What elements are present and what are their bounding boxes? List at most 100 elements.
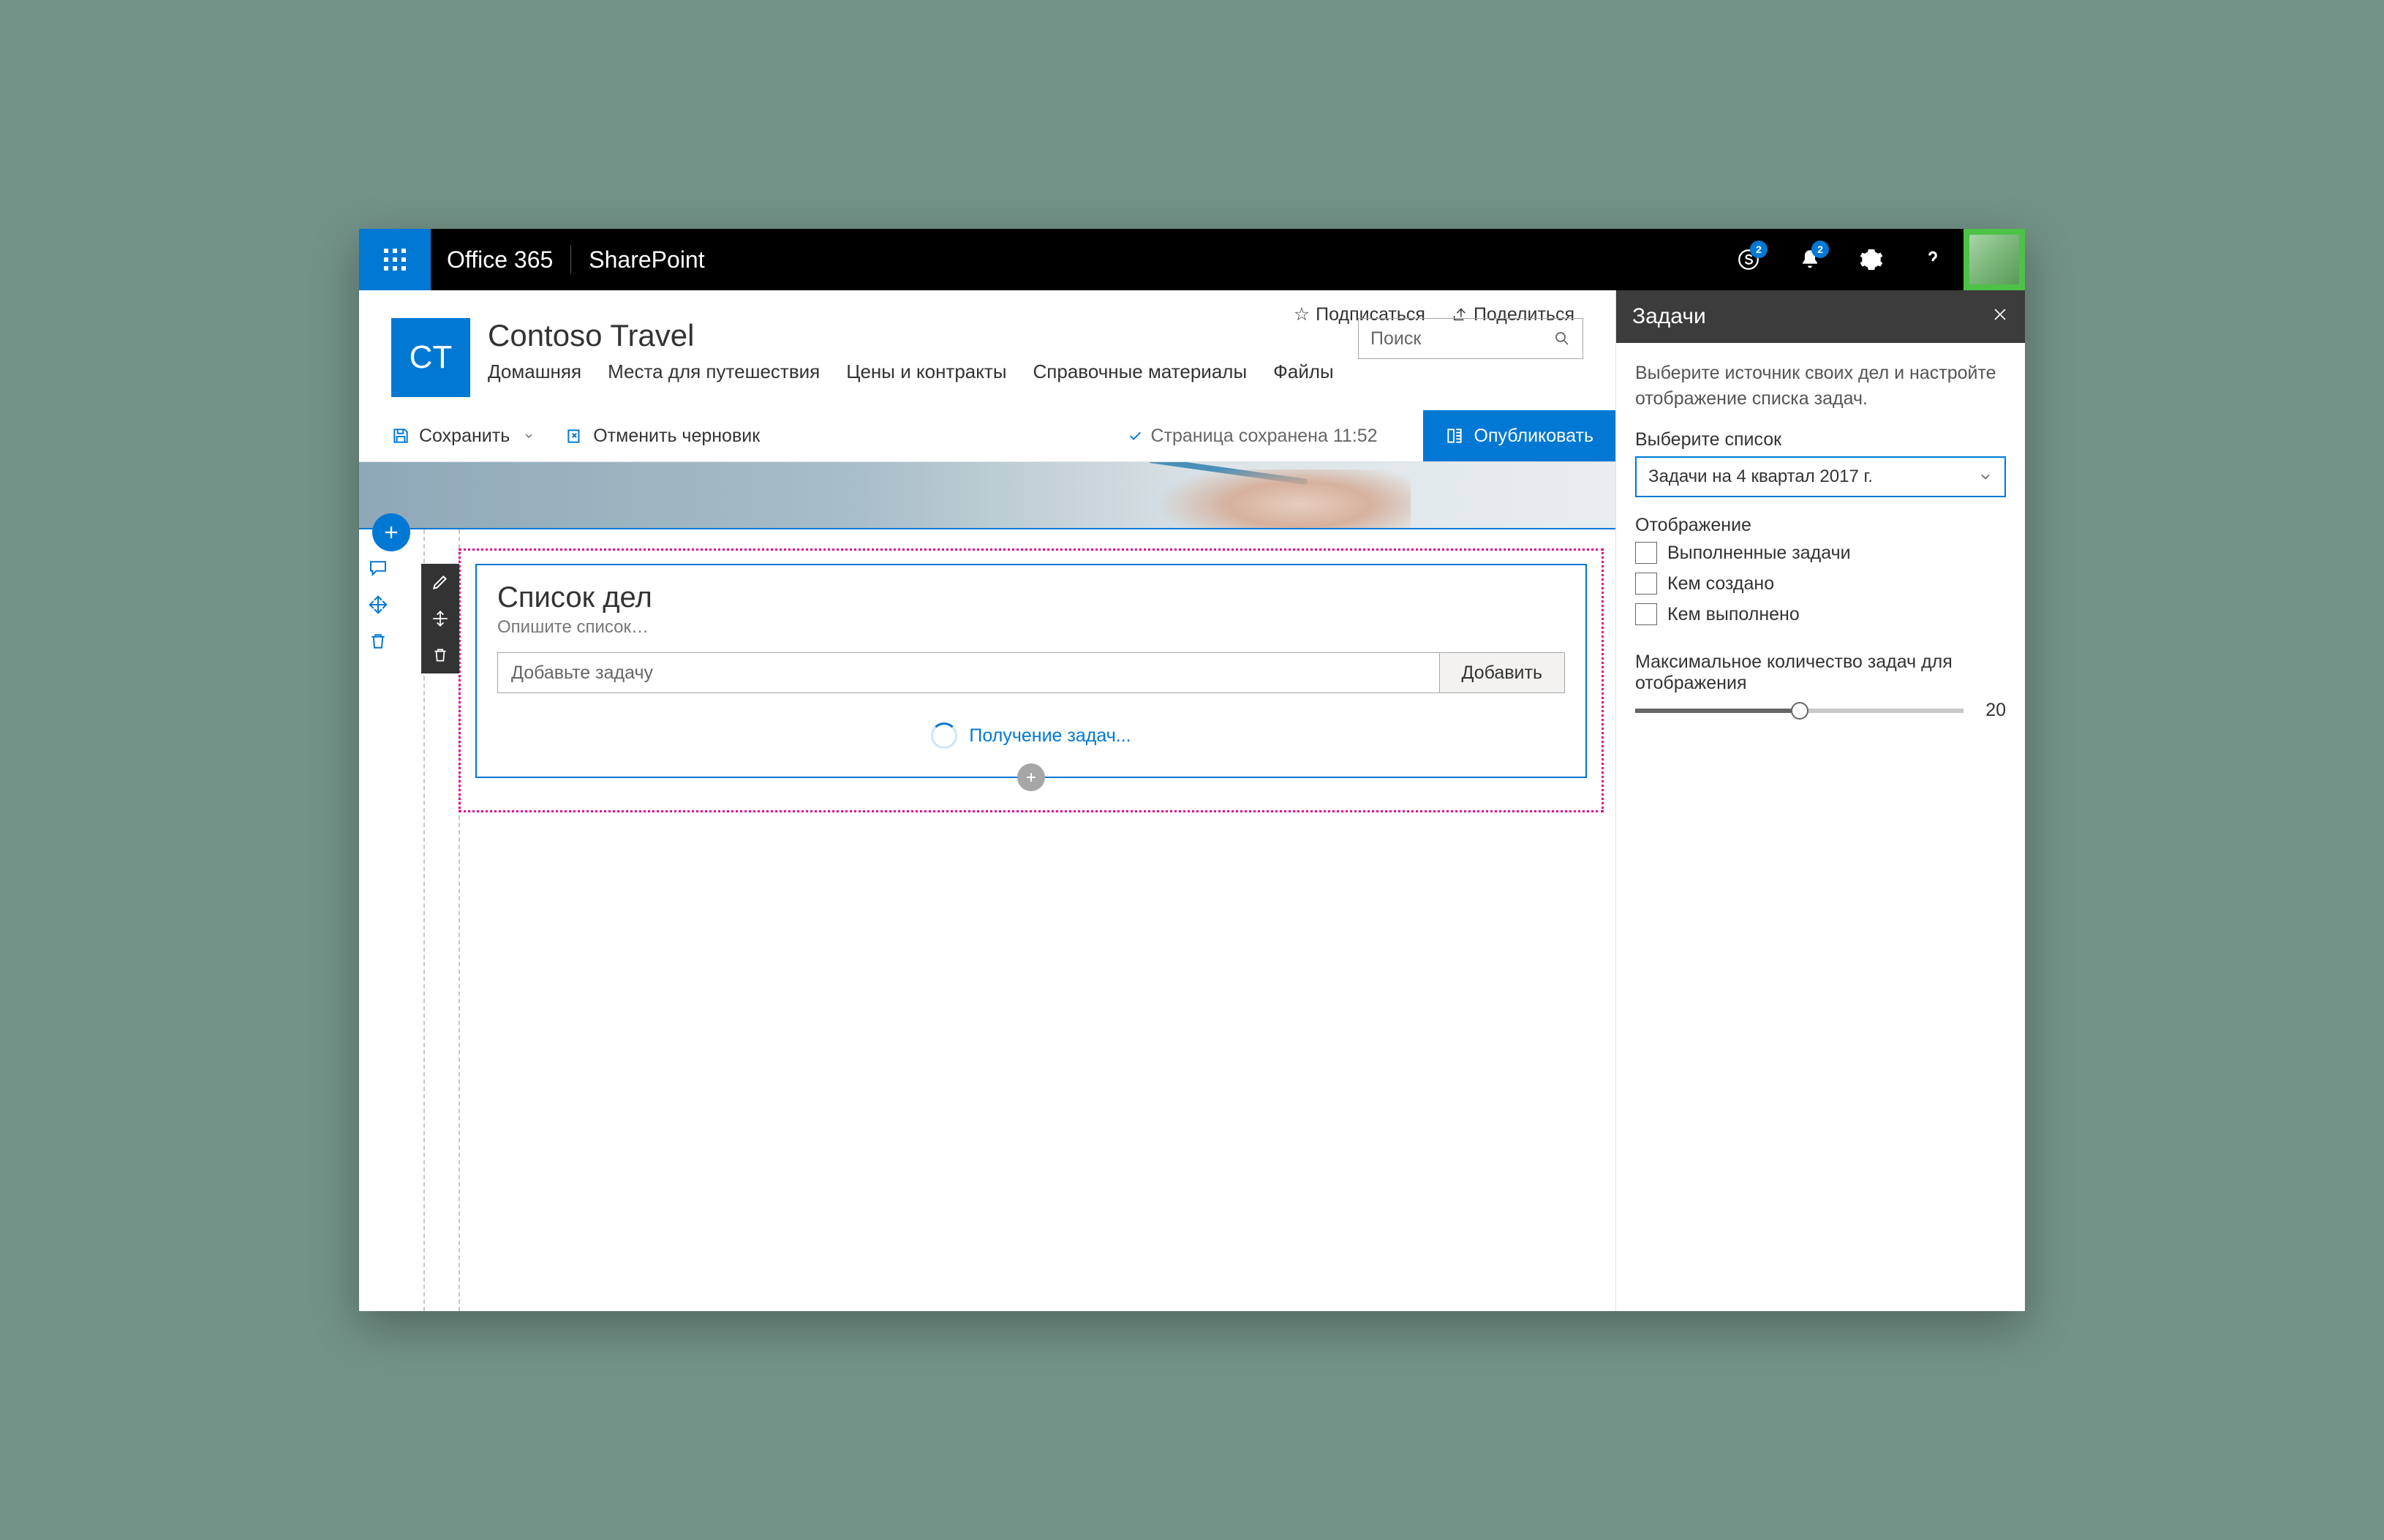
webpart-zone: Список дел Опишите список… Добавьте зада… xyxy=(459,548,1604,812)
spinner-icon xyxy=(931,722,957,749)
publish-label: Опубликовать xyxy=(1474,426,1593,447)
slider-thumb[interactable] xyxy=(1791,702,1808,720)
selected-list-value: Задачи на 4 квартал 2017 г. xyxy=(1648,467,1873,487)
nav-home[interactable]: Домашняя xyxy=(488,361,581,383)
app-launcher-button[interactable] xyxy=(359,229,431,290)
add-webpart-button[interactable] xyxy=(1017,763,1045,791)
section-rail xyxy=(359,543,397,652)
close-icon xyxy=(1991,306,2009,323)
app-window: Office 365 SharePoint 2 2 xyxy=(359,229,2025,1311)
discard-label: Отменить черновик xyxy=(593,426,760,447)
publish-button[interactable]: Опубликовать xyxy=(1423,410,1615,461)
display-label: Отображение xyxy=(1635,515,2006,536)
page-canvas: Список дел Опишите список… Добавьте зада… xyxy=(359,461,1615,1311)
webpart-description[interactable]: Опишите список… xyxy=(497,617,1565,638)
checkbox-icon xyxy=(1635,542,1657,564)
suite-actions: 2 2 xyxy=(1718,229,2025,290)
plus-icon xyxy=(381,522,401,543)
checkbox-createdby-label: Кем создано xyxy=(1667,573,1774,595)
question-icon xyxy=(1920,247,1945,272)
skype-button[interactable]: 2 xyxy=(1718,229,1779,290)
avatar-image xyxy=(1969,235,2019,284)
body-row: ☆ Подписаться Поделиться CT Contoso Trav… xyxy=(359,290,2025,1311)
add-task-label: Добавить xyxy=(1462,663,1543,684)
checkbox-completed[interactable]: Выполненные задачи xyxy=(1635,542,2006,564)
slider-label: Максимальное количество задач для отобра… xyxy=(1635,652,2006,694)
search-icon xyxy=(1553,330,1571,347)
site-logo[interactable]: CT xyxy=(391,318,470,397)
checkbox-createdby[interactable]: Кем создано xyxy=(1635,573,2006,595)
comment-icon[interactable] xyxy=(367,557,389,579)
site-nav: Домашняя Места для путешествия Цены и ко… xyxy=(488,361,1340,383)
notifications-badge: 2 xyxy=(1811,241,1829,258)
loading-indicator: Получение задач... xyxy=(497,722,1565,749)
brand-sharepoint[interactable]: SharePoint xyxy=(589,246,704,273)
chevron-down-icon xyxy=(523,430,535,442)
nav-places[interactable]: Места для путешествия xyxy=(608,361,820,383)
skype-badge: 2 xyxy=(1750,241,1768,258)
nav-files[interactable]: Файлы xyxy=(1273,361,1334,383)
search-input[interactable]: Поиск xyxy=(1358,318,1583,359)
webpart-title[interactable]: Список дел xyxy=(497,581,1565,614)
nav-pricing[interactable]: Цены и контракты xyxy=(846,361,1006,383)
left-pane: ☆ Подписаться Поделиться CT Contoso Trav… xyxy=(359,290,1615,1311)
add-task-button[interactable]: Добавить xyxy=(1440,652,1566,693)
gear-icon xyxy=(1859,247,1884,272)
close-panel-button[interactable] xyxy=(1991,305,2009,328)
save-status: Страница сохранена 11:52 xyxy=(1127,426,1377,447)
save-button[interactable]: Сохранить xyxy=(391,426,535,447)
checkbox-completed-label: Выполненные задачи xyxy=(1667,543,1851,564)
save-label: Сохранить xyxy=(419,426,510,447)
panel-intro: Выберите источник своих дел и настройте … xyxy=(1635,361,2006,412)
loading-text: Получение задач... xyxy=(969,725,1131,747)
help-button[interactable] xyxy=(1902,229,1964,290)
brand-office[interactable]: Office 365 xyxy=(447,246,553,273)
discard-button[interactable]: Отменить черновик xyxy=(565,426,760,447)
command-bar: Сохранить Отменить черновик Страница сох… xyxy=(359,410,1615,461)
checkbox-icon xyxy=(1635,573,1657,595)
property-pane: Задачи Выберите источник своих дел и нас… xyxy=(1615,290,2025,1311)
notifications-button[interactable]: 2 xyxy=(1779,229,1841,290)
panel-body: Выберите источник своих дел и настройте … xyxy=(1616,343,2025,739)
status-text: Страница сохранена 11:52 xyxy=(1150,426,1377,447)
pencil-icon xyxy=(431,573,450,592)
max-tasks-slider[interactable] xyxy=(1635,709,1964,713)
suite-bar: Office 365 SharePoint 2 2 xyxy=(359,229,2025,290)
brand-divider xyxy=(570,245,571,274)
hero-banner[interactable] xyxy=(359,462,1615,529)
user-avatar[interactable] xyxy=(1964,229,2025,290)
list-dropdown[interactable]: Задачи на 4 квартал 2017 г. xyxy=(1635,456,2006,497)
check-icon xyxy=(1127,428,1143,444)
webpart-toolbar xyxy=(421,564,459,673)
select-list-label: Выберите список xyxy=(1635,429,2006,450)
add-section-button[interactable] xyxy=(372,513,410,551)
move-webpart-button[interactable] xyxy=(421,600,459,637)
settings-button[interactable] xyxy=(1841,229,1902,290)
brand-area: Office 365 SharePoint xyxy=(431,229,705,290)
plus-icon xyxy=(1024,770,1038,785)
move-icon xyxy=(431,609,450,628)
waffle-icon xyxy=(382,246,408,273)
move-icon[interactable] xyxy=(367,594,389,616)
delete-webpart-button[interactable] xyxy=(421,637,459,673)
checkbox-completedby[interactable]: Кем выполнено xyxy=(1635,603,2006,625)
site-title: Contoso Travel xyxy=(488,318,1340,353)
tasks-webpart: Список дел Опишите список… Добавьте зада… xyxy=(475,564,1587,778)
chevron-down-icon xyxy=(1978,469,1993,484)
task-placeholder: Добавьте задачу xyxy=(511,663,653,684)
discard-icon xyxy=(565,426,584,445)
search-placeholder: Поиск xyxy=(1370,328,1421,350)
checkbox-completedby-label: Кем выполнено xyxy=(1667,604,1800,625)
add-task-input[interactable]: Добавьте задачу xyxy=(497,652,1440,693)
publish-icon xyxy=(1445,426,1464,445)
site-header: ☆ Подписаться Поделиться CT Contoso Trav… xyxy=(359,290,1615,397)
panel-header: Задачи xyxy=(1616,290,2025,343)
checkbox-icon xyxy=(1635,603,1657,625)
delete-icon[interactable] xyxy=(367,630,389,652)
nav-reference[interactable]: Справочные материалы xyxy=(1033,361,1248,383)
save-icon xyxy=(391,426,410,445)
trash-icon xyxy=(431,646,450,665)
panel-title: Задачи xyxy=(1632,304,1706,329)
edit-webpart-button[interactable] xyxy=(421,564,459,600)
slider-value: 20 xyxy=(1977,700,2006,721)
